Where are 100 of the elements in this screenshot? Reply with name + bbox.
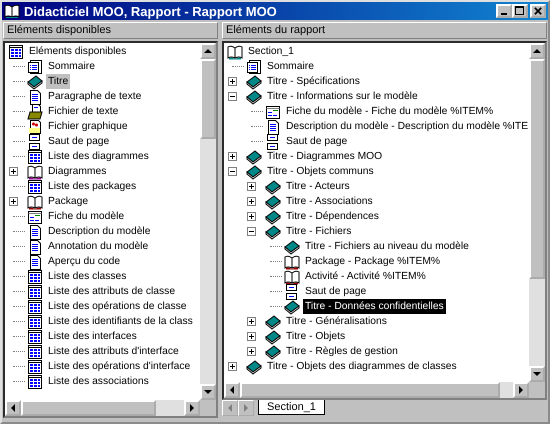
tree-item[interactable]: Titre - Règles de gestion (284, 344, 400, 359)
open-book-icon (227, 44, 243, 60)
collapse-icon[interactable] (228, 167, 237, 176)
tree-item[interactable]: Eléments disponibles (27, 44, 128, 59)
tree-item[interactable]: Liste des attributs d'interface (46, 344, 181, 359)
scrollbar-thumb[interactable] (529, 59, 545, 279)
tree-item[interactable]: Liste des attributs de classe (46, 284, 178, 299)
expand-icon[interactable] (247, 212, 256, 221)
expand-icon[interactable] (247, 182, 256, 191)
table-icon (27, 314, 43, 330)
tree-item[interactable]: Fichier graphique (46, 119, 130, 134)
tree-item[interactable]: Liste des classes (46, 269, 128, 284)
book-icon (265, 344, 281, 360)
tree-item[interactable]: Titre - Associations (284, 194, 375, 209)
tree-item[interactable]: Saut de page (303, 284, 368, 299)
book-icon (27, 74, 43, 90)
tree-item[interactable]: Sommaire (265, 59, 316, 74)
tree-item[interactable]: Liste des interfaces (46, 329, 139, 344)
expand-icon[interactable] (247, 332, 256, 341)
expand-icon[interactable] (228, 362, 237, 371)
horizontal-scrollbar[interactable] (5, 400, 216, 416)
tree-item[interactable]: Liste des opérations de classe (46, 299, 189, 314)
tree-item[interactable]: Liste des identifiants de la class (46, 314, 195, 329)
expand-icon[interactable] (9, 197, 18, 206)
sheet-tab[interactable]: Section_1 (258, 400, 325, 415)
table-icon (27, 374, 43, 390)
tree-item[interactable]: Package - Package %ITEM% (303, 254, 442, 269)
close-icon (534, 6, 542, 16)
tree-item[interactable]: Titre - Objets communs (265, 164, 376, 179)
book-icon (265, 328, 281, 344)
image-file-icon (27, 118, 43, 134)
vertical-scrollbar[interactable] (529, 43, 545, 382)
folder-document-icon (27, 104, 43, 120)
horizontal-scrollbar[interactable] (224, 382, 545, 398)
book-icon (265, 178, 281, 194)
book-icon (246, 88, 262, 104)
expand-icon[interactable] (9, 167, 18, 176)
tree-item[interactable]: Liste des associations (46, 374, 151, 389)
maximize-button[interactable] (512, 4, 528, 18)
tree-item[interactable]: Titre (46, 74, 70, 89)
document-icon (27, 254, 43, 270)
tree-item[interactable]: Saut de page (284, 134, 350, 149)
scrollbar-corner (529, 382, 545, 398)
expand-icon[interactable] (247, 317, 256, 326)
minimize-button[interactable] (496, 4, 512, 18)
tree-item[interactable]: Diagrammes (46, 164, 108, 179)
list-document-icon (27, 58, 43, 74)
tree-item[interactable]: Saut de page (46, 134, 112, 149)
tree-item[interactable]: Liste des diagrammes (46, 149, 151, 164)
down-arrow-icon (533, 370, 541, 378)
tree-item[interactable]: Titre - Fichiers (284, 224, 354, 239)
scrollbar-thumb[interactable] (21, 400, 156, 416)
tree-item[interactable]: Fiche du modèle (46, 209, 126, 224)
tree-item[interactable]: Fiche du modèle - Fiche du modèle %ITEM% (284, 104, 496, 119)
book-icon (246, 164, 262, 180)
tree-item[interactable]: Package (46, 194, 90, 209)
up-arrow-icon (533, 47, 541, 55)
collapse-icon[interactable] (247, 227, 256, 236)
book-icon (265, 314, 281, 330)
tree-item[interactable]: Liste des opérations d'interface (46, 359, 192, 374)
right-arrow-icon (242, 404, 250, 412)
tree-item[interactable]: Titre - Objets (284, 329, 348, 344)
tree-item[interactable]: Sommaire (46, 59, 97, 74)
vertical-scrollbar[interactable] (200, 43, 216, 400)
tree-item[interactable]: Annotation du modèle (46, 239, 150, 254)
book-icon (284, 238, 300, 254)
tree-item[interactable]: Titre - Spécifications (265, 74, 362, 89)
tree-item[interactable]: Activité - Activité %ITEM% (303, 269, 428, 284)
tree-item[interactable]: Paragraphe de texte (46, 89, 144, 104)
list-document-icon (246, 58, 262, 74)
window-title: Didacticiel MOO, Rapport - Rapport MOO (24, 4, 278, 18)
tree-item[interactable]: Section_1 (246, 44, 296, 59)
tree-item[interactable]: Description du modèle - Description du modèle %ITE (284, 119, 529, 134)
page-break-icon (265, 134, 281, 150)
tree-item[interactable]: Titre - Généralisations (284, 314, 389, 329)
page-break-icon (284, 284, 300, 300)
tree-item[interactable]: Titre - Informations sur le modèle (265, 89, 420, 104)
table-icon (27, 178, 43, 194)
tree-item[interactable]: Titre - Objets des diagrammes de classes (265, 359, 459, 374)
collapse-icon[interactable] (228, 92, 237, 101)
tree-item[interactable]: Aperçu du code (46, 254, 122, 269)
tree-item[interactable]: Titre - Acteurs (284, 179, 352, 194)
tree-item[interactable]: Titre - Fichiers au niveau du modèle (303, 239, 471, 254)
tree-item[interactable]: Description du modèle (46, 224, 152, 239)
right-arrow-icon (517, 386, 525, 394)
close-button[interactable] (530, 4, 546, 18)
open-book-icon (27, 194, 43, 210)
tree-item[interactable]: Titre - Diagrammes MOO (265, 149, 384, 164)
expand-icon[interactable] (228, 77, 237, 86)
tree-item[interactable]: Liste des packages (46, 179, 138, 194)
scrollbar-thumb[interactable] (240, 382, 500, 398)
down-arrow-icon (204, 388, 212, 396)
tree-item[interactable]: Titre - Données confidentielles (303, 299, 446, 314)
tree-item[interactable]: Fichier de texte (46, 104, 120, 119)
expand-icon[interactable] (228, 152, 237, 161)
expand-icon[interactable] (247, 347, 256, 356)
scrollbar-thumb[interactable] (200, 59, 216, 139)
expand-icon[interactable] (247, 197, 256, 206)
tree-item[interactable]: Titre - Dépendences (284, 209, 381, 224)
book-icon (246, 74, 262, 90)
